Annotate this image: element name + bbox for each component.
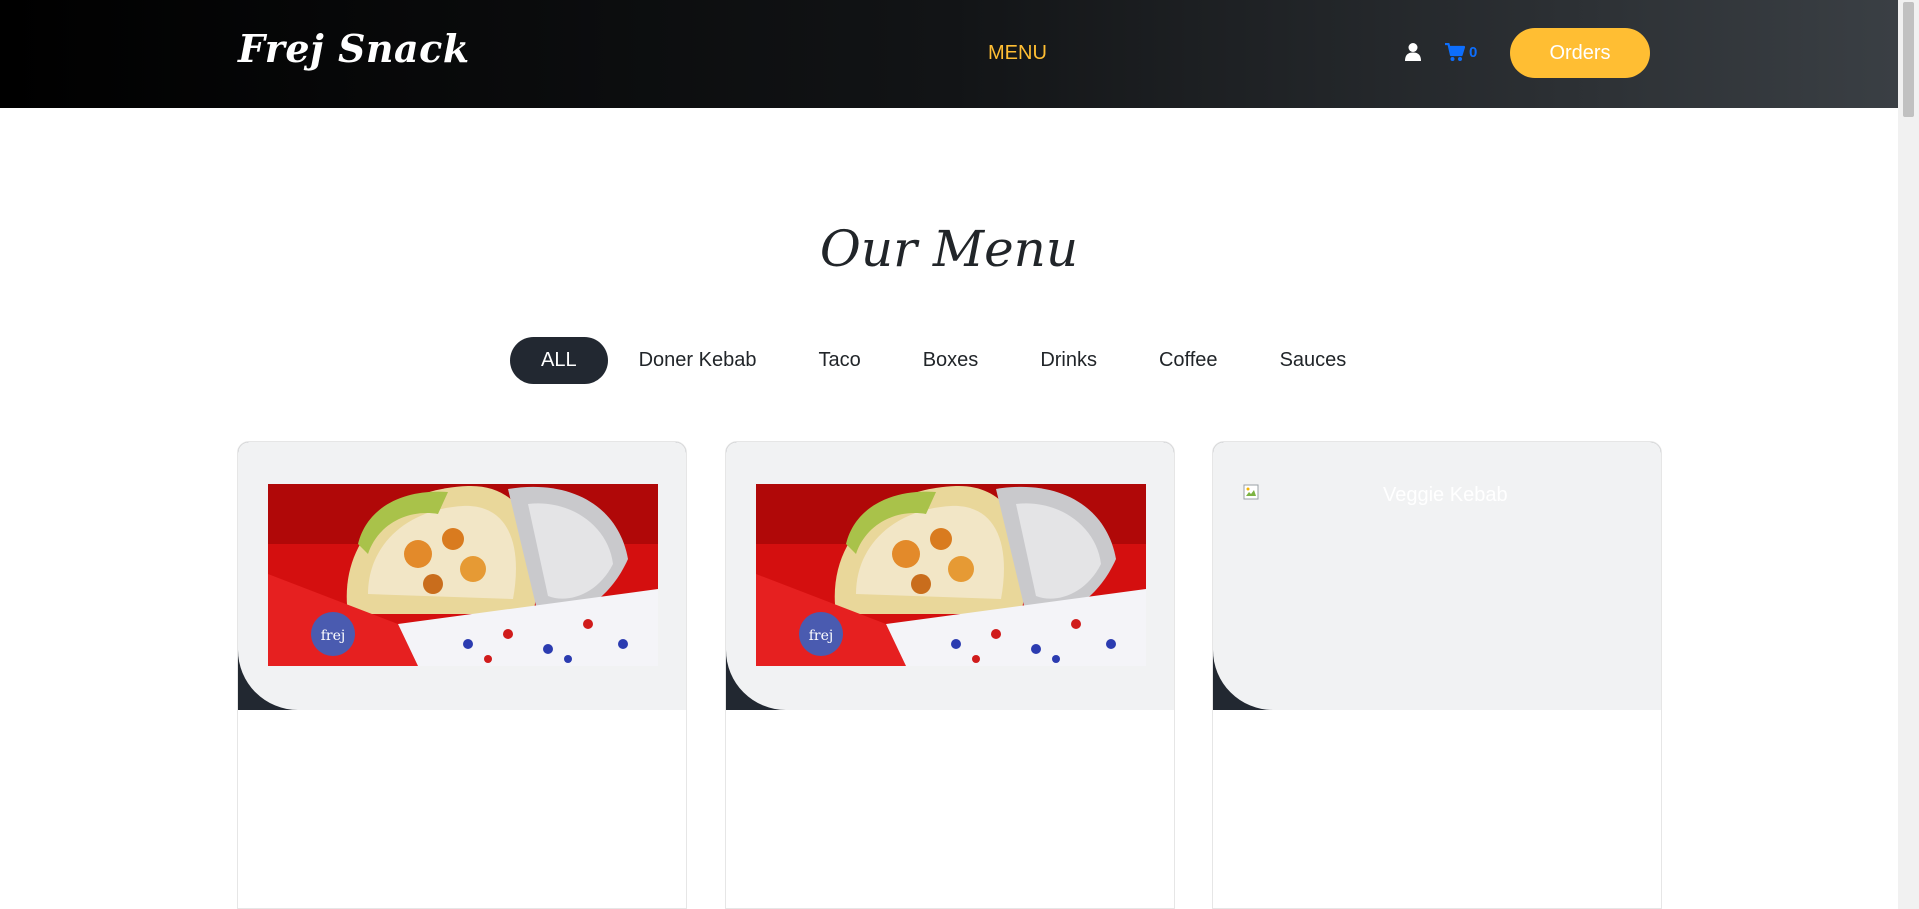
filter-all[interactable]: ALL (510, 337, 608, 384)
filter-sauces[interactable]: Sauces (1249, 337, 1378, 384)
user-icon[interactable] (1404, 42, 1422, 62)
orders-button[interactable]: Orders (1510, 28, 1650, 78)
menu-card[interactable]: frej Double Chicken Doner Kebab Chicken … (725, 441, 1175, 909)
ingredient-list: Chicken Doner Kebab Onion Salad Cheese&P… (249, 782, 495, 908)
broken-image-icon (1243, 484, 1259, 500)
filter-drinks[interactable]: Drinks (1009, 337, 1128, 384)
list-item: Chicken Doner Kebab (249, 782, 495, 819)
section-title: Our Menu (819, 220, 1079, 278)
menu-card[interactable]: Veggie Kebab Veggie Kebab Eggplant Zucch… (1212, 441, 1662, 909)
filter-taco[interactable]: Taco (787, 337, 891, 384)
filter-coffee[interactable]: Coffee (1128, 337, 1249, 384)
menu-card[interactable]: frej Chicken Doner Kebab Chicken Doner K… (237, 441, 687, 909)
filter-doner-kebab[interactable]: Doner Kebab (608, 337, 788, 384)
filter-boxes[interactable]: Boxes (892, 337, 1010, 384)
list-item: Onion Salad (249, 819, 495, 856)
card-title: Chicken Doner Kebab (305, 738, 619, 768)
scrollbar-track[interactable] (1898, 0, 1919, 909)
list-item: Onion Salad (737, 819, 983, 856)
cart-count: 0 (1469, 44, 1478, 61)
svg-text:frej: frej (809, 628, 834, 644)
nav-link-menu[interactable]: MENU (988, 42, 1047, 65)
card-title: Double Chicken Doner Kebab (737, 738, 1163, 768)
list-item: Cheese&Pickle (optional) (249, 856, 495, 893)
list-item: Cheese&Pickle (optional) (737, 856, 983, 893)
card-title: Veggie Kebab (1336, 738, 1538, 768)
site-header: Frej Snack MENU 0 Orders (0, 0, 1898, 108)
list-item: Lettuce (737, 893, 983, 908)
broken-image: Veggie Kebab (1243, 484, 1633, 514)
ingredient-list: Eggplant Zucchini Pepper Tomato (1224, 782, 1324, 908)
list-item: Zucchini (1224, 819, 1324, 856)
image-alt-text: Veggie Kebab (1383, 484, 1508, 506)
svg-text:frej: frej (321, 628, 346, 644)
scrollbar-thumb[interactable] (1903, 2, 1914, 117)
list-item: Lettuce (249, 893, 495, 908)
kebab-photo: frej (756, 484, 1146, 666)
card-image-area: Veggie Kebab (1213, 442, 1661, 710)
card-image-area: frej (726, 442, 1174, 710)
list-item: Pepper (1224, 856, 1324, 893)
card-image-area: frej (238, 442, 686, 710)
list-item: Eggplant (1224, 782, 1324, 819)
ingredient-list: Chicken Doner Kebab Onion Salad Cheese&P… (737, 782, 983, 908)
list-item: Tomato (1224, 893, 1324, 908)
list-item: Chicken Doner Kebab (737, 782, 983, 819)
kebab-photo: frej (268, 484, 658, 666)
menu-filters: ALL Doner Kebab Taco Boxes Drinks Coffee… (510, 337, 1377, 384)
brand-logo[interactable]: Frej Snack (238, 26, 470, 71)
cart-icon[interactable] (1445, 43, 1465, 62)
